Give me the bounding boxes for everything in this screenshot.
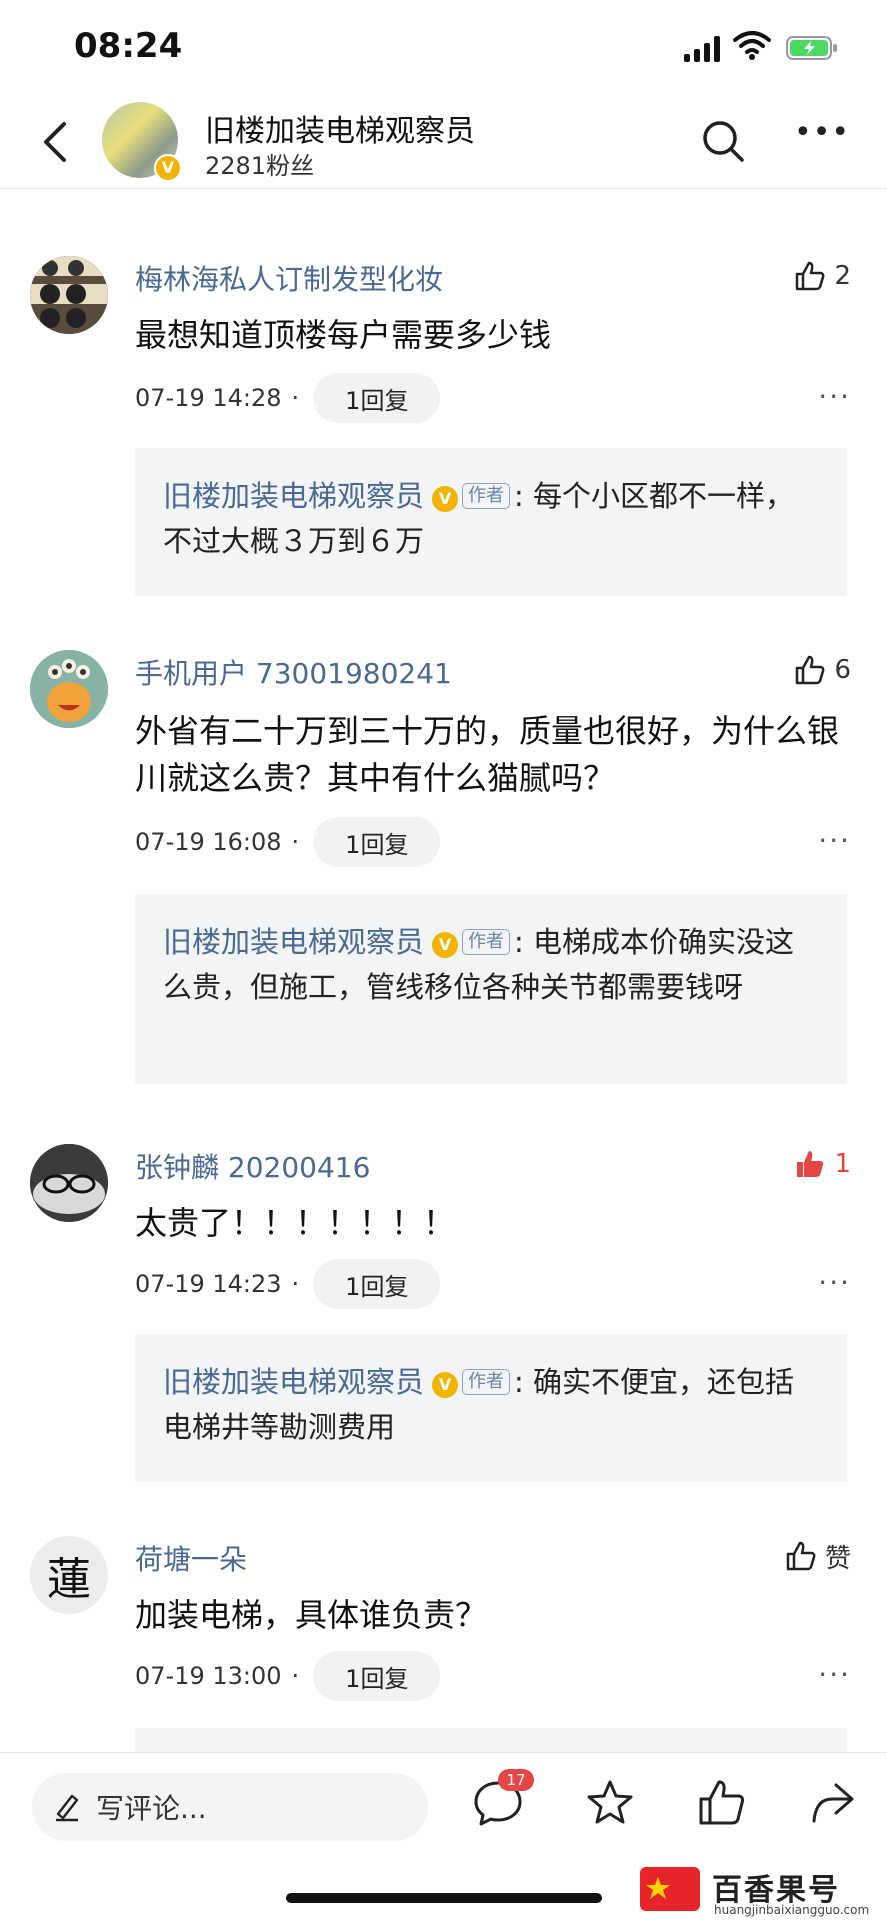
comment-text: 太贵了！！！！！！！ — [135, 1204, 456, 1242]
status-bar: 08:24 — [0, 0, 887, 96]
comment-text: 外省有二十万到三十万的，质量也很好，为什么银川就这么贵？其中有什么猫腻吗？ — [135, 712, 840, 797]
glasses-thumbnail-icon — [30, 256, 108, 334]
like-count: 6 — [834, 655, 851, 685]
meta-separator: · — [291, 828, 300, 856]
commenter-name[interactable]: 荷塘一朵 — [135, 1538, 247, 1578]
verified-badge-icon: V — [432, 1372, 459, 1398]
comment-time: 07-19 14:23 — [135, 1270, 282, 1298]
like-label: 赞 — [824, 1543, 851, 1574]
avatar-calligraphy: 蓮 — [47, 1554, 91, 1605]
like-button[interactable]: 赞 — [785, 1538, 851, 1574]
comment-meta: 07-19 14:28 · 1回复 — [135, 372, 441, 424]
monster-avatar-icon — [30, 650, 108, 728]
reply-content: 旧楼加装电梯观察员 V 作者: 每个小区都不一样，不过大概３万到６万 — [163, 479, 795, 558]
thumbs-up-icon — [786, 1541, 816, 1571]
wifi-icon — [733, 31, 771, 60]
comment-more-icon[interactable]: ··· — [818, 824, 851, 857]
share-arrow-icon[interactable] — [806, 1777, 858, 1829]
reply-content: 旧楼加装电梯观察员 V 作者: 电梯成本价确实没这么贵，但施工，管线移位各种关节都需… — [163, 925, 795, 1004]
reply-author[interactable]: 旧楼加装电梯观察员 — [163, 1365, 424, 1399]
thumbs-up-filled-icon — [797, 1151, 824, 1177]
comment-meta: 07-19 14:23 · 1回复 — [135, 1258, 441, 1310]
commenter-avatar[interactable] — [30, 256, 108, 334]
author-tag: 作者 — [462, 1369, 511, 1395]
reply-author[interactable]: 旧楼加装电梯观察员 — [163, 479, 424, 513]
commenter-name[interactable]: 手机用户 73001980241 — [135, 652, 452, 692]
verified-badge-icon: V — [432, 932, 459, 958]
reply-count-button[interactable]: 1回复 — [313, 1259, 441, 1309]
write-comment-placeholder: 写评论... — [96, 1792, 207, 1825]
commenter-name[interactable]: 张钟麟 20200416 — [135, 1146, 370, 1186]
thumbs-up-icon — [796, 261, 825, 291]
thumbs-up-icon — [796, 655, 825, 685]
reply-content: 旧楼加装电梯观察员 V 作者: 确实不便宜，还包括电梯井等勘测费用 — [163, 1365, 795, 1444]
comment-text: 加装电梯，具体谁负责？ — [135, 1596, 488, 1634]
comment-time: 07-19 13:00 — [135, 1662, 282, 1690]
comment-meta: 07-19 13:00 · 1回复 — [135, 1650, 441, 1702]
reply-count-button[interactable]: 1回复 — [313, 373, 441, 423]
cellular-signal-icon — [684, 36, 720, 62]
watermark-url: huangjinbaixiangguo.com — [714, 1903, 870, 1917]
more-options-icon[interactable]: ••• — [794, 118, 849, 156]
page-title[interactable]: 旧楼加装电梯观察员 — [205, 106, 475, 150]
like-count: 1 — [834, 1149, 851, 1179]
verified-badge-icon: V — [154, 154, 182, 182]
commenter-avatar[interactable] — [30, 1144, 108, 1222]
star-favorite-icon[interactable] — [584, 1777, 636, 1829]
reply-count-button[interactable]: 1回复 — [313, 1651, 441, 1701]
commenter-avatar[interactable]: 蓮 — [30, 1536, 108, 1614]
pen-icon — [56, 1794, 79, 1822]
meta-separator: · — [291, 1662, 300, 1690]
meta-separator: · — [291, 384, 300, 412]
battery-charging-icon — [786, 36, 837, 60]
comment-meta: 07-19 16:08 · 1回复 — [135, 816, 441, 868]
watermark: 百香果号 huangjinbaixiangguo.com — [640, 1863, 887, 1921]
top-nav-bar: V 旧楼加装电梯观察员 2281粉丝 ••• — [0, 96, 887, 189]
like-button[interactable]: 2 — [794, 258, 851, 294]
status-time: 08:24 — [74, 26, 183, 66]
comment-time: 07-19 14:28 — [135, 384, 282, 412]
search-icon[interactable] — [700, 118, 746, 164]
author-reply[interactable]: 旧楼加装电梯观察员 V 作者: 电梯成本价确实没这么贵，但施工，管线移位各种关节都需… — [135, 894, 847, 1084]
comment-more-icon[interactable]: ··· — [818, 1266, 851, 1299]
author-avatar[interactable]: V — [102, 102, 182, 182]
commenter-name[interactable]: 梅林海私人订制发型化妆 — [135, 258, 443, 298]
verified-badge-icon: V — [432, 486, 459, 512]
home-indicator[interactable] — [286, 1893, 602, 1903]
meta-separator: · — [291, 1270, 300, 1298]
comment-time: 07-19 16:08 — [135, 828, 282, 856]
like-count: 2 — [834, 261, 851, 291]
glasses-photo-icon — [30, 1144, 108, 1222]
author-reply[interactable]: 旧楼加装电梯观察员 V 作者: 确实不便宜，还包括电梯井等勘测费用 — [135, 1334, 847, 1482]
like-button[interactable]: 1 — [794, 1146, 851, 1182]
write-comment-input[interactable]: 写评论... — [32, 1773, 428, 1841]
comment-count-badge: 17 — [498, 1769, 534, 1791]
commenter-avatar[interactable] — [30, 650, 108, 728]
reply-author[interactable]: 旧楼加装电梯观察员 — [163, 925, 424, 959]
bottom-action-bar: 写评论... 17 百香果号 huangjinbaixiangguo.com — [0, 1752, 887, 1921]
thumbs-up-icon[interactable] — [696, 1777, 748, 1829]
back-arrow-icon[interactable] — [36, 116, 76, 168]
reply-count-button[interactable]: 1回复 — [313, 817, 441, 867]
follower-count: 2281粉丝 — [205, 152, 315, 180]
comment-more-icon[interactable]: ··· — [818, 1658, 851, 1691]
like-button[interactable]: 6 — [794, 652, 851, 688]
author-tag: 作者 — [462, 929, 511, 955]
author-reply[interactable]: 旧楼加装电梯观察员 V 作者: 每个小区都不一样，不过大概３万到６万 — [135, 448, 847, 596]
comment-more-icon[interactable]: ··· — [818, 380, 851, 413]
author-tag: 作者 — [462, 483, 511, 509]
comment-text: 最想知道顶楼每户需要多少钱 — [135, 316, 552, 354]
watermark-logo-icon — [640, 1867, 700, 1911]
